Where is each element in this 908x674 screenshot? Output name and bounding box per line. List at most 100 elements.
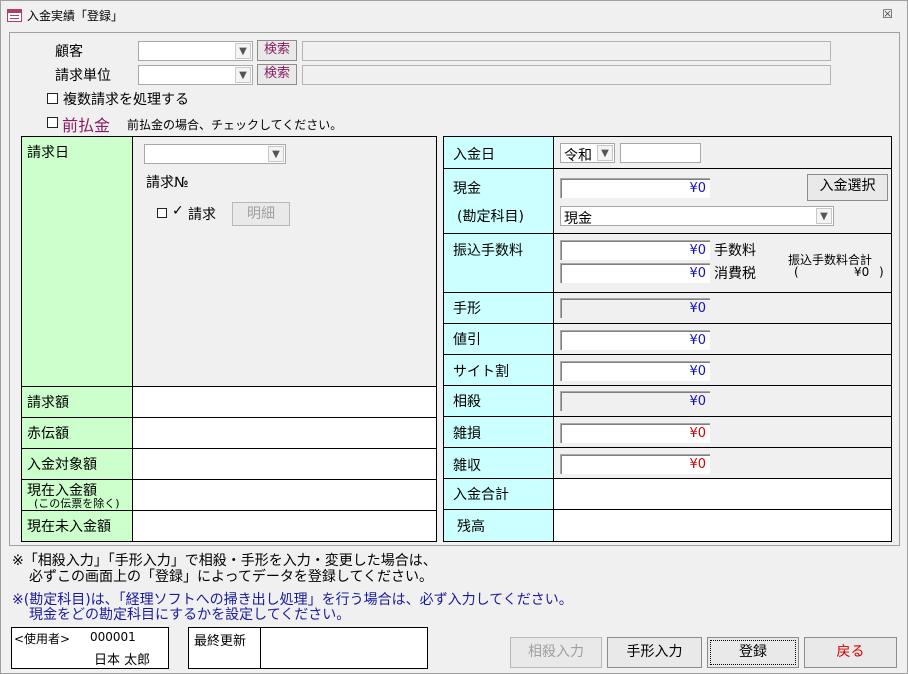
prepayment-note: 前払金の場合、チェックしてください。 — [127, 118, 343, 132]
offset-amount-field: ¥0 — [560, 391, 710, 411]
site-discount-amount-input[interactable]: ¥0 — [560, 361, 710, 381]
payment-date-input[interactable] — [620, 143, 701, 163]
account-label: (勘定科目) — [457, 209, 524, 225]
misc-loss-body: ¥0 — [553, 416, 892, 448]
billing-unit-name-field — [302, 65, 831, 85]
site-discount-header: サイト割 — [443, 354, 554, 386]
misc-loss-header: 雑損 — [443, 416, 554, 448]
cash-body: ¥0 入金選択 現金 ▼ — [553, 168, 892, 234]
billing-unit-select[interactable]: ▼ — [138, 65, 253, 85]
discount-header: 値引 — [443, 323, 554, 355]
bill-body: ¥0 — [553, 292, 892, 324]
user-box: <使用者> 000001 日本 太郎 — [11, 627, 169, 669]
red-slip-value — [132, 417, 437, 449]
customer-name-field — [302, 41, 831, 61]
invoice-check-label: 請求 — [188, 207, 216, 223]
payment-date-header: 入金日 — [443, 136, 554, 169]
misc-loss-amount-input[interactable]: ¥0 — [560, 423, 710, 443]
prepayment-label: 前払金 — [62, 116, 111, 135]
billing-unit-search-button[interactable]: 検索 — [257, 64, 297, 85]
current-paid-sublabel: (この伝票を除く) — [34, 497, 120, 510]
cash-amount-input[interactable]: ¥0 — [560, 178, 710, 198]
payment-date-label: 入金日 — [453, 147, 495, 163]
chevron-down-icon[interactable]: ▼ — [816, 208, 832, 224]
window-title: 入金実績「登録」 — [27, 9, 124, 23]
payment-total-header: 入金合計 — [443, 478, 554, 510]
detail-button[interactable]: 明細 — [232, 202, 290, 226]
tax-label: 消費税 — [714, 266, 756, 282]
invoice-no-label: 請求№ — [146, 175, 189, 191]
user-name: 日本 太郎 — [94, 653, 151, 668]
bill-header: 手形 — [443, 292, 554, 324]
balance-header: 残高 — [443, 509, 554, 542]
user-label: <使用者> — [14, 632, 71, 646]
invoice-checkbox[interactable] — [157, 208, 167, 218]
era-value: 令和 — [564, 148, 592, 164]
title-bar: 入金実績「登録」 ☒ — [1, 1, 907, 27]
cash-label: 現金 — [453, 181, 481, 197]
select-payment-button[interactable]: 入金選択 — [807, 174, 888, 201]
misc-income-amount-input[interactable]: ¥0 — [560, 454, 710, 474]
target-amount-value — [132, 448, 437, 480]
red-slip-header: 赤伝額 — [21, 417, 133, 449]
tax-amount-input[interactable]: ¥0 — [560, 263, 710, 283]
note-line-2: 必ずこの画面上の「登録」によってデータを登録してください。 — [29, 569, 434, 585]
cash-header: 現金 (勘定科目) — [443, 168, 554, 234]
fee-total-open: ( — [794, 265, 799, 279]
account-select[interactable]: 現金 ▼ — [560, 206, 834, 227]
current-unpaid-value — [132, 510, 437, 542]
discount-amount-input[interactable]: ¥0 — [560, 330, 710, 350]
invoice-date-label: 請求日 — [27, 145, 69, 161]
current-paid-value — [132, 479, 437, 511]
customer-search-button[interactable]: 検索 — [257, 40, 297, 61]
billing-unit-label: 請求単位 — [55, 68, 111, 84]
pen-icon: ✓ — [172, 203, 184, 219]
misc-income-header: 雑収 — [443, 447, 554, 479]
offset-body: ¥0 — [553, 385, 892, 417]
last-update-header: 最終更新 — [188, 627, 261, 669]
current-unpaid-label: 現在未入金額 — [27, 519, 111, 535]
era-select[interactable]: 令和 ▼ — [560, 143, 615, 164]
site-discount-body: ¥0 — [553, 354, 892, 386]
invoice-date-body: ▼ 請求№ ✓ 請求 明細 — [132, 136, 437, 387]
bill-amount-field: ¥0 — [560, 298, 710, 318]
back-button[interactable]: 戻る — [804, 637, 897, 668]
misc-loss-label: 雑損 — [453, 426, 481, 442]
form-icon — [7, 9, 22, 22]
transfer-fee-body: ¥0 手数料 ¥0 消費税 振込手数料合計 ( ¥0 ) — [553, 233, 892, 293]
note-line-4: 現金をどの勘定科目にするかを設定してください。 — [29, 607, 351, 623]
invoice-date-select[interactable]: ▼ — [144, 144, 286, 164]
misc-income-label: 雑収 — [453, 458, 481, 474]
offset-input-button[interactable]: 相殺入力 — [510, 637, 602, 668]
fee-label: 手数料 — [714, 243, 756, 259]
bill-input-button[interactable]: 手形入力 — [607, 637, 702, 668]
red-slip-label: 赤伝額 — [27, 426, 69, 442]
customer-select[interactable]: ▼ — [138, 41, 253, 61]
customer-label: 顧客 — [55, 44, 83, 60]
site-discount-label: サイト割 — [453, 364, 509, 380]
prepayment-checkbox[interactable] — [47, 117, 58, 128]
chevron-down-icon[interactable]: ▼ — [235, 67, 251, 83]
close-icon[interactable]: ☒ — [882, 7, 893, 21]
offset-header: 相殺 — [443, 385, 554, 417]
fee-total-value: ¥0 — [854, 265, 870, 279]
fee-total-close: ) — [879, 265, 884, 279]
multi-invoice-checkbox[interactable] — [47, 93, 58, 104]
payment-date-body: 令和 ▼ — [553, 136, 892, 169]
fee-amount-input[interactable]: ¥0 — [560, 240, 710, 260]
invoice-amount-label: 請求額 — [27, 395, 69, 411]
user-code: 000001 — [90, 630, 136, 644]
chevron-down-icon[interactable]: ▼ — [235, 43, 251, 59]
transfer-fee-label: 振込手数料 — [453, 243, 523, 259]
chevron-down-icon[interactable]: ▼ — [268, 146, 284, 162]
account-value: 現金 — [564, 211, 592, 227]
misc-income-body: ¥0 — [553, 447, 892, 479]
target-amount-header: 入金対象額 — [21, 448, 133, 480]
offset-label: 相殺 — [453, 394, 481, 410]
multi-invoice-label: 複数請求を処理する — [63, 92, 189, 108]
discount-label: 値引 — [453, 332, 481, 348]
chevron-down-icon[interactable]: ▼ — [597, 145, 613, 161]
invoice-amount-value — [132, 386, 437, 418]
register-button[interactable]: 登録 — [707, 637, 799, 668]
payment-total-value — [553, 478, 892, 510]
